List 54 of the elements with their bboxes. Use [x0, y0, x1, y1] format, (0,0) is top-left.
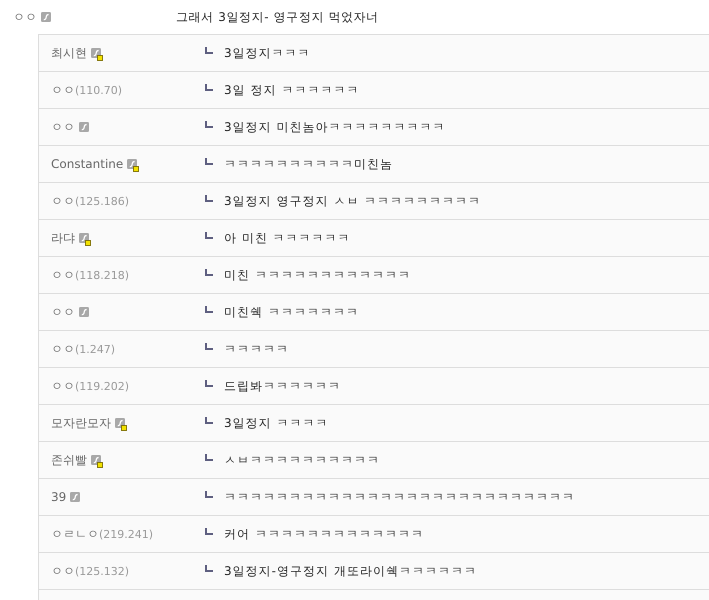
comment-author: ㅇㅇ: [51, 562, 75, 580]
author-ip: (125.186): [75, 194, 130, 208]
reply-marker-icon: [205, 232, 213, 239]
comment-text: 커어 ㅋㅋㅋㅋㅋㅋㅋㅋㅋㅋㅋㅋㅋ: [224, 526, 424, 542]
reply-marker-icon: [205, 47, 213, 54]
reply-marker-icon: [205, 84, 213, 91]
comment-author: 라댜: [51, 230, 75, 246]
comment-text: ㅅㅂㅋㅋㅋㅋㅋㅋㅋㅋㅋㅋ: [224, 452, 380, 468]
comment-author: ㅇㅇ: [13, 8, 37, 26]
comment-text: 3일정지 미친놈아ㅋㅋㅋㅋㅋㅋㅋㅋㅋ: [224, 118, 446, 136]
comment-text: 3일정지 영구정지 ㅅㅂ ㅋㅋㅋㅋㅋㅋㅋㅋㅋ: [224, 192, 482, 210]
reply-marker-icon: [205, 269, 213, 276]
comment-author: 모자란모자: [51, 414, 111, 432]
comment-author: 39: [51, 490, 66, 504]
comment-author: ㅇㅇ: [51, 82, 75, 98]
comment-author: ㅇㅇ: [51, 340, 75, 358]
reply-marker-icon: [205, 417, 213, 424]
reply-marker-icon: [205, 158, 213, 165]
comment-text: ㅋㅋㅋㅋㅋㅋㅋㅋㅋㅋ미친놈: [224, 156, 393, 172]
comment-author: ㅇㅇ: [51, 378, 75, 394]
comment-text: 아 미친 ㅋㅋㅋㅋㅋㅋ: [224, 230, 351, 246]
comment-author: ㅇㅇ: [51, 118, 75, 136]
author-ip: (119.202): [75, 380, 130, 392]
comment-text: 3일정지 ㅋㅋㅋㅋ: [224, 414, 328, 432]
reply-marker-icon: [205, 491, 213, 498]
reply-marker-icon: [205, 380, 213, 387]
reply-marker-icon: [205, 195, 213, 202]
comment-author: ㅇㄹㄴㅇ: [51, 526, 99, 542]
comment-text: 3일정지ㅋㅋㅋ: [224, 44, 311, 62]
author-ip: (219.241): [99, 528, 154, 540]
comment-author: Constantine: [51, 157, 124, 171]
reply-marker-icon: [205, 343, 213, 350]
author-ip: (1.247): [75, 342, 116, 356]
reply-marker-icon: [205, 121, 213, 128]
author-ip: (118.218): [75, 268, 130, 282]
comment-text: 드립봐ㅋㅋㅋㅋㅋㅋ: [224, 378, 341, 394]
comment-text: ㅋㅋㅋㅋㅋ: [224, 340, 289, 358]
reply-marker-icon: [205, 454, 213, 461]
author-ip: (110.70): [75, 84, 122, 96]
comment-author: ㅇㅇ: [51, 304, 75, 320]
comment-text: 3일 정지 ㅋㅋㅋㅋㅋㅋ: [224, 82, 360, 98]
reply-marker-icon: [205, 528, 213, 535]
reply-marker-icon: [205, 565, 213, 572]
comment-text: ㅋㅋㅋㅋㅋㅋㅋㅋㅋㅋㅋㅋㅋㅋㅋㅋㅋㅋㅋㅋㅋㅋㅋㅋㅋㅋㅋ: [224, 488, 575, 506]
comment-author: ㅇㅇ: [51, 192, 75, 210]
comment-author: ㅇㅇ: [51, 266, 75, 284]
comment-author: 존쉬빨: [51, 452, 87, 468]
comment-text: 미친 ㅋㅋㅋㅋㅋㅋㅋㅋㅋㅋㅋㅋ: [224, 266, 411, 284]
comment-text: 3일정지-영구정지 개또라이쉑ㅋㅋㅋㅋㅋㅋ: [224, 562, 477, 580]
reply-marker-icon: [205, 306, 213, 313]
comment-text: 미친쉑 ㅋㅋㅋㅋㅋㅋㅋ: [224, 304, 359, 320]
author-ip: (125.132): [75, 564, 130, 578]
comment-author: 최시현: [51, 44, 87, 62]
comment-text: 그래서 3일정지- 영구정지 먹었자너: [176, 8, 379, 26]
